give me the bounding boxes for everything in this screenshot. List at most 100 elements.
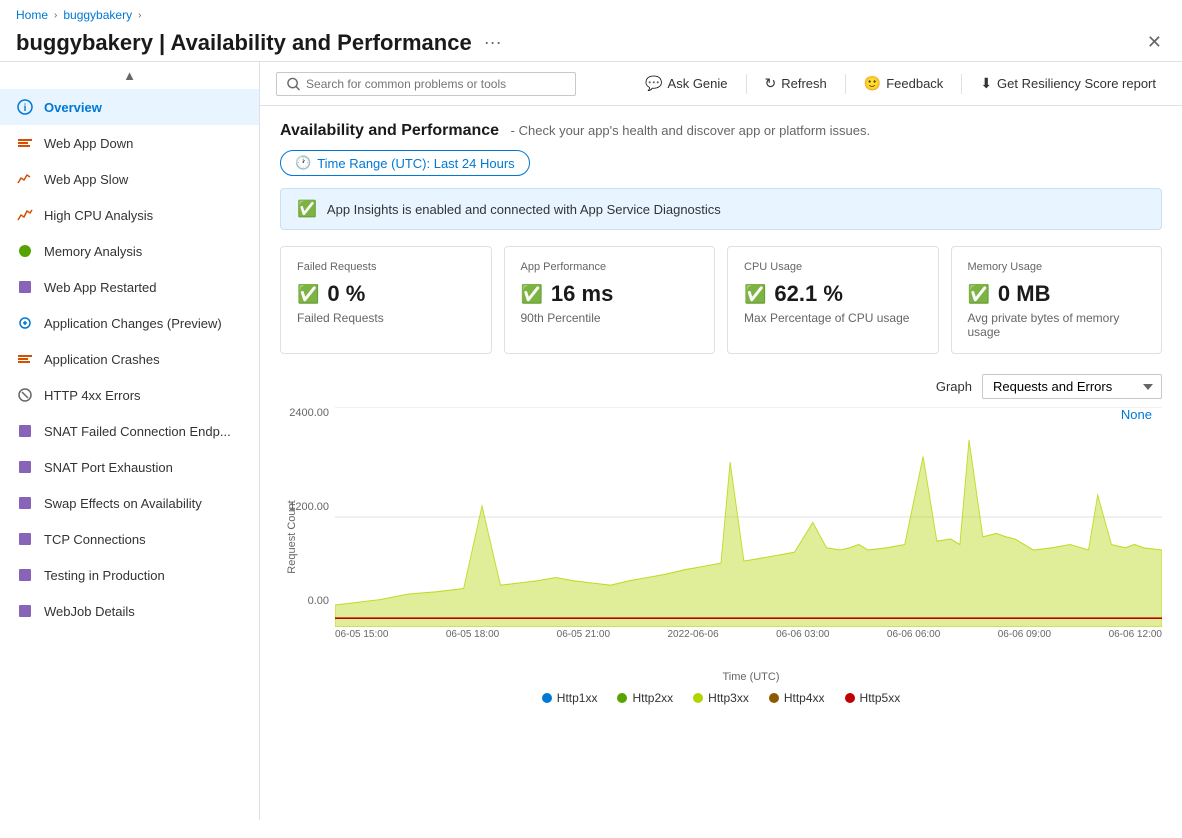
- breadcrumb-chevron2: ›: [138, 10, 141, 21]
- time-range-button[interactable]: 🕐 Time Range (UTC): Last 24 Hours: [280, 150, 530, 176]
- separator1: [746, 74, 747, 94]
- sidebar-label-high-cpu: High CPU Analysis: [44, 208, 153, 223]
- metric-check-icon: ✅: [297, 284, 319, 305]
- sidebar-label-app-changes: Application Changes (Preview): [44, 316, 222, 331]
- search-icon: [287, 77, 300, 91]
- graph-section: Graph Requests and ErrorsCPU UsageMemory…: [280, 374, 1162, 683]
- sidebar-label-snat-failed: SNAT Failed Connection Endp...: [44, 424, 231, 439]
- legend-item-http5xx: Http5xx: [845, 691, 901, 705]
- sidebar-label-tcp-connections: TCP Connections: [44, 532, 146, 547]
- refresh-button[interactable]: ↻ Refresh: [755, 70, 837, 97]
- sidebar-icon-web-app-restarted: [16, 278, 34, 296]
- time-range-label: Time Range (UTC): Last 24 Hours: [317, 156, 514, 171]
- sidebar-item-web-app-restarted[interactable]: Web App Restarted: [0, 269, 259, 305]
- y-tick-bottom: 0.00: [308, 595, 329, 607]
- legend-label-http5xx: Http5xx: [860, 691, 901, 705]
- section-subtitle: - Check your app's health and discover a…: [511, 123, 870, 138]
- sidebar-label-memory: Memory Analysis: [44, 244, 142, 259]
- graph-select[interactable]: Requests and ErrorsCPU UsageMemory Usage: [982, 374, 1162, 399]
- graph-label: Graph: [936, 379, 972, 394]
- sidebar-item-testing-production[interactable]: Testing in Production: [0, 557, 259, 593]
- feedback-button[interactable]: 🙂 Feedback: [854, 70, 954, 97]
- sidebar-icon-web-app-slow: [16, 170, 34, 188]
- legend-dot-http1xx: [542, 693, 552, 703]
- sidebar-icon-swap-effects: [16, 494, 34, 512]
- sidebar-label-testing-production: Testing in Production: [44, 568, 165, 583]
- content-area: Availability and Performance - Check you…: [260, 106, 1182, 820]
- search-box[interactable]: [276, 72, 576, 96]
- search-input[interactable]: [306, 77, 565, 91]
- metric-number-2: 62.1 %: [774, 281, 843, 307]
- breadcrumb-home[interactable]: Home: [16, 8, 48, 22]
- breadcrumb-chevron1: ›: [54, 10, 57, 21]
- legend-label-http2xx: Http2xx: [632, 691, 673, 705]
- metric-card-1: App Performance ✅ 16 ms 90th Percentile: [504, 246, 716, 354]
- sidebar-label-web-app-down: Web App Down: [44, 136, 133, 151]
- ask-genie-button[interactable]: 💬 Ask Genie: [635, 70, 737, 97]
- metric-desc-0: Failed Requests: [297, 311, 475, 325]
- sidebar-item-high-cpu[interactable]: High CPU Analysis: [0, 197, 259, 233]
- sidebar-scroll-up[interactable]: ▲: [0, 62, 259, 89]
- toolbar: 💬 Ask Genie ↻ Refresh 🙂 Feedback ⬇ Get R…: [260, 62, 1182, 106]
- sidebar-label-overview: Overview: [44, 100, 102, 115]
- metric-desc-2: Max Percentage of CPU usage: [744, 311, 922, 325]
- ask-genie-icon: 💬: [645, 75, 662, 92]
- sidebar-item-web-app-down[interactable]: Web App Down: [0, 125, 259, 161]
- breadcrumb: Home › buggybakery ›: [16, 8, 1166, 22]
- metric-number-3: 0 MB: [998, 281, 1051, 307]
- check-icon: ✅: [297, 199, 317, 219]
- x-axis: 06-05 15:0006-05 18:0006-05 21:002022-06…: [335, 629, 1162, 640]
- sidebar-item-memory[interactable]: Memory Analysis: [0, 233, 259, 269]
- sidebar-item-web-app-slow[interactable]: Web App Slow: [0, 161, 259, 197]
- sidebar-label-app-crashes: Application Crashes: [44, 352, 160, 367]
- chart-svg: [335, 407, 1162, 627]
- sidebar-label-web-app-restarted: Web App Restarted: [44, 280, 157, 295]
- sidebar-label-web-app-slow: Web App Slow: [44, 172, 128, 187]
- legend-item-http1xx: Http1xx: [542, 691, 598, 705]
- header: Home › buggybakery › buggybakery | Avail…: [0, 0, 1182, 62]
- separator2: [845, 74, 846, 94]
- sidebar-item-snat-failed[interactable]: SNAT Failed Connection Endp...: [0, 413, 259, 449]
- metric-number-0: 0 %: [327, 281, 365, 307]
- legend-label-http1xx: Http1xx: [557, 691, 598, 705]
- sidebar-icon-memory: [16, 242, 34, 260]
- section-title: Availability and Performance: [280, 122, 499, 139]
- sidebar-icon-web-app-down: [16, 134, 34, 152]
- clock-icon: 🕐: [295, 155, 311, 171]
- close-button[interactable]: ✕: [1143, 28, 1166, 57]
- metric-value-1: ✅ 16 ms: [521, 281, 699, 307]
- sidebar-item-app-crashes[interactable]: Application Crashes: [0, 341, 259, 377]
- metric-label-3: Memory Usage: [968, 261, 1146, 273]
- sidebar-item-snat-port[interactable]: SNAT Port Exhaustion: [0, 449, 259, 485]
- sidebar-icon-snat-failed: [16, 422, 34, 440]
- sidebar-item-http-4xx[interactable]: HTTP 4xx Errors: [0, 377, 259, 413]
- title-dots-menu[interactable]: ···: [484, 32, 502, 53]
- feedback-label: Feedback: [886, 76, 943, 91]
- metric-card-3: Memory Usage ✅ 0 MB Avg private bytes of…: [951, 246, 1163, 354]
- y-tick-top: 2400.00: [289, 407, 329, 419]
- chart-inner: 2400.00 1200.00 0.00: [280, 407, 1162, 627]
- sidebar-icon-snat-port: [16, 458, 34, 476]
- main-layout: ▲ i Overview Web App Down Web App Slow H…: [0, 62, 1182, 820]
- page-title: buggybakery | Availability and Performan…: [16, 30, 472, 56]
- sidebar-item-webjob-details[interactable]: WebJob Details: [0, 593, 259, 629]
- legend-label-http3xx: Http3xx: [708, 691, 749, 705]
- metric-card-0: Failed Requests ✅ 0 % Failed Requests: [280, 246, 492, 354]
- info-banner-text: App Insights is enabled and connected wi…: [327, 202, 721, 217]
- download-icon: ⬇: [980, 75, 992, 92]
- sidebar-item-overview[interactable]: i Overview: [0, 89, 259, 125]
- breadcrumb-app[interactable]: buggybakery: [63, 8, 132, 22]
- sidebar-item-swap-effects[interactable]: Swap Effects on Availability: [0, 485, 259, 521]
- chart-svg-container: [335, 407, 1162, 627]
- x-axis-title: Time (UTC): [340, 671, 1162, 683]
- feedback-icon: 🙂: [864, 75, 881, 92]
- metric-card-2: CPU Usage ✅ 62.1 % Max Percentage of CPU…: [727, 246, 939, 354]
- sidebar-item-app-changes[interactable]: Application Changes (Preview): [0, 305, 259, 341]
- metric-check-icon: ✅: [521, 284, 543, 305]
- section-header: Availability and Performance - Check you…: [280, 122, 1162, 140]
- sidebar-item-tcp-connections[interactable]: TCP Connections: [0, 521, 259, 557]
- sidebar-label-http-4xx: HTTP 4xx Errors: [44, 388, 141, 403]
- x-tick-label: 06-05 18:00: [446, 629, 499, 640]
- sidebar-icon-testing-production: [16, 566, 34, 584]
- get-report-button[interactable]: ⬇ Get Resiliency Score report: [970, 70, 1166, 97]
